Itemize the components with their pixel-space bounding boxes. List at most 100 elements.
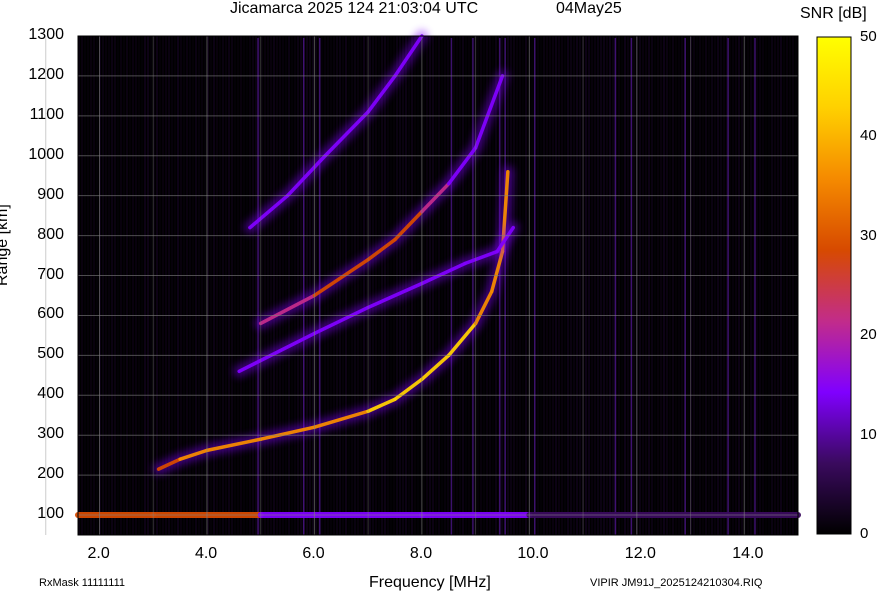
noise-column [759,36,761,535]
noise-column [519,36,521,535]
noise-column [126,36,128,535]
noise-column [612,36,614,535]
noise-column [780,36,782,535]
noise-column [645,36,647,535]
noise-column [396,36,398,535]
noise-column [132,36,134,535]
noise-column [666,36,668,535]
noise-column [465,36,467,535]
noise-column [231,36,233,535]
noise-column [399,36,401,535]
noise-column [285,36,287,535]
noise-column [159,36,161,535]
noise-column [144,36,146,535]
noise-column [609,36,611,535]
noise-column [558,36,560,535]
noise-column [93,36,95,535]
noise-column [675,36,677,535]
noise-column [510,36,512,535]
colorbar [816,36,852,535]
noise-column [597,36,599,535]
noise-column [585,36,587,535]
noise-column [213,36,215,535]
noise-column [306,36,308,535]
noise-column [267,36,269,535]
noise-column [795,36,797,535]
noise-column [600,36,602,535]
noise-column [351,36,353,535]
noise-column [648,36,650,535]
noise-column [663,36,665,535]
noise-column [750,36,752,535]
noise-column [81,36,83,535]
noise-column [633,36,635,535]
noise-column [723,36,725,535]
noise-column [456,36,458,535]
noise-column [714,36,716,535]
noise-column [201,36,203,535]
noise-column [123,36,125,535]
noise-column [342,36,344,535]
noise-column [669,36,671,535]
noise-column [390,36,392,535]
noise-column [102,36,104,535]
noise-column [273,36,275,535]
noise-column [222,36,224,535]
noise-column [591,36,593,535]
noise-column [531,36,533,535]
noise-column [561,36,563,535]
noise-column [501,36,503,535]
noise-column [756,36,758,535]
noise-column [264,36,266,535]
noise-column [720,36,722,535]
noise-column [717,36,719,535]
noise-column [249,36,251,535]
noise-column [384,36,386,535]
noise-column [135,36,137,535]
noise-column [468,36,470,535]
noise-column [516,36,518,535]
noise-column [792,36,794,535]
noise-column [114,36,116,535]
noise-column [435,36,437,535]
noise-column [129,36,131,535]
noise-column [96,36,98,535]
noise-column [150,36,152,535]
noise-column [297,36,299,535]
noise-column [654,36,656,535]
noise-column [678,36,680,535]
noise-column [315,36,317,535]
noise-column [354,36,356,535]
noise-column [702,36,704,535]
noise-column [237,36,239,535]
noise-column [507,36,509,535]
noise-column [774,36,776,535]
noise-column [642,36,644,535]
noise-column [87,36,89,535]
noise-column [699,36,701,535]
noise-column [462,36,464,535]
noise-column [705,36,707,535]
noise-column [345,36,347,535]
noise-column [276,36,278,535]
noise-column [204,36,206,535]
noise-column [624,36,626,535]
noise-column [138,36,140,535]
noise-column [348,36,350,535]
noise-column [120,36,122,535]
noise-column [549,36,551,535]
noise-column [546,36,548,535]
noise-column [741,36,743,535]
noise-column [243,36,245,535]
noise-column [777,36,779,535]
noise-column [255,36,257,535]
noise-column [621,36,623,535]
noise-column [225,36,227,535]
noise-column [90,36,92,535]
noise-column [447,36,449,535]
noise-column [381,36,383,535]
noise-column [627,36,629,535]
noise-column [540,36,542,535]
noise-column [105,36,107,535]
noise-column [711,36,713,535]
